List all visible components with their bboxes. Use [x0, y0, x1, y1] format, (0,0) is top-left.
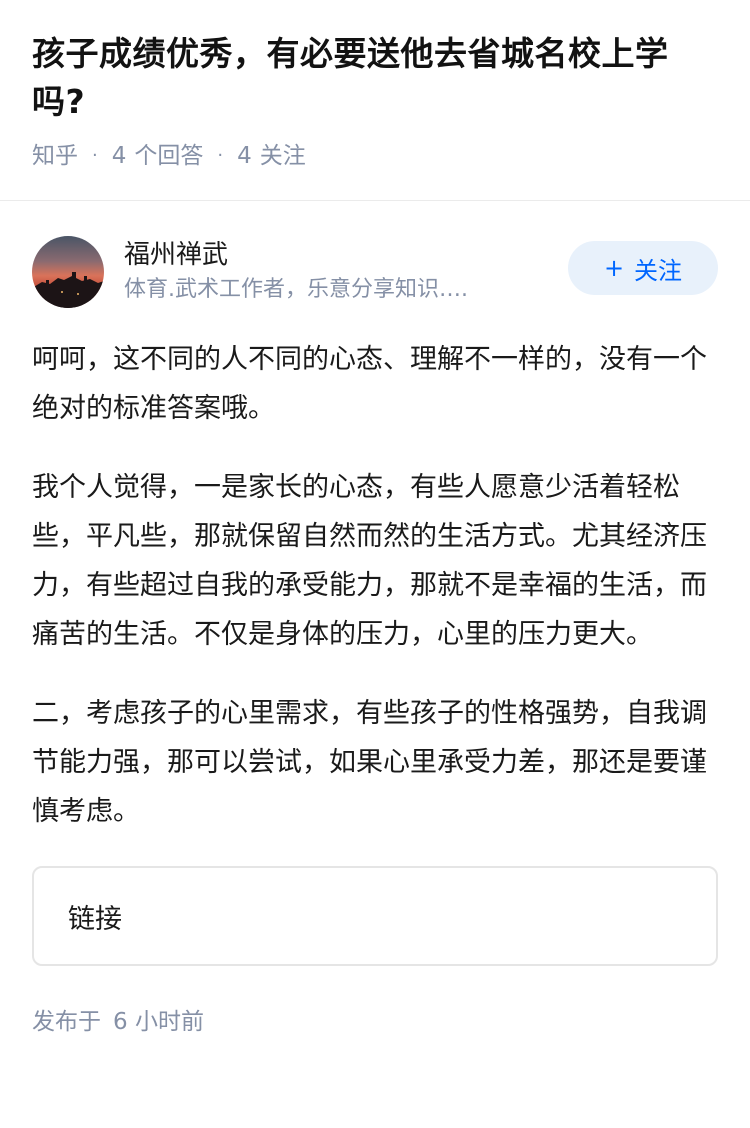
- answer-paragraph: 我个人觉得，一是家长的心态，有些人愿意少活着轻松些，平凡些，那就保留自然而然的生…: [32, 472, 707, 650]
- question-title[interactable]: 孩子成绩优秀，有必要送他去省城名校上学吗?: [32, 30, 718, 126]
- answer-page: 孩子成绩优秀，有必要送他去省城名校上学吗? 知乎 · 4 个回答 · 4 关注: [0, 0, 750, 1128]
- source-label[interactable]: 知乎: [32, 136, 78, 176]
- author-name[interactable]: 福州禅武: [124, 237, 552, 273]
- publish-prefix: 发布于: [32, 1009, 101, 1035]
- follow-button-label: 关注: [634, 256, 683, 285]
- follow-count: 4: [237, 143, 252, 169]
- publish-time: 发布于 6 小时前: [32, 1002, 718, 1036]
- link-card[interactable]: 链接: [32, 866, 718, 966]
- answer-card: 福州禅武 体育.武术工作者，乐意分享知识…. + 关注 呵呵，这不同的人不同的心…: [0, 235, 750, 1036]
- plus-icon: +: [603, 254, 625, 282]
- answer-body: 呵呵，这不同的人不同的心态、理解不一样的，没有一个绝对的标准答案哦。 我个人觉得…: [32, 335, 718, 836]
- link-card-label: 链接: [68, 903, 122, 935]
- publish-time-value: 6 小时前: [113, 1009, 204, 1035]
- author-bio: 体育.武术工作者，乐意分享知识….: [124, 277, 468, 302]
- avatar[interactable]: [32, 236, 104, 308]
- author-info: 福州禅武 体育.武术工作者，乐意分享知识….: [124, 237, 552, 307]
- author-row: 福州禅武 体育.武术工作者，乐意分享知识…. + 关注: [32, 235, 718, 309]
- answer-paragraph: 呵呵，这不同的人不同的心态、理解不一样的，没有一个绝对的标准答案哦。: [32, 344, 707, 424]
- answer-count: 4: [111, 143, 127, 169]
- question-header: 孩子成绩优秀，有必要送他去省城名校上学吗? 知乎 · 4 个回答 · 4 关注: [0, 0, 750, 170]
- follow-count-label: 关注: [259, 143, 306, 169]
- answer-paragraph: 二，考虑孩子的心里需求，有些孩子的性格强势，自我调节能力强，那可以尝试，如果心里…: [32, 698, 707, 827]
- answer-count-label: 个回答: [134, 143, 204, 169]
- section-divider: [0, 200, 750, 201]
- follow-button[interactable]: + 关注: [568, 241, 718, 295]
- sunset-landscape-avatar-icon: [32, 236, 104, 308]
- separator-dot-icon: ·: [217, 145, 224, 166]
- question-meta: 知乎 · 4 个回答 · 4 关注: [32, 136, 718, 176]
- separator-dot-icon: ·: [92, 145, 98, 166]
